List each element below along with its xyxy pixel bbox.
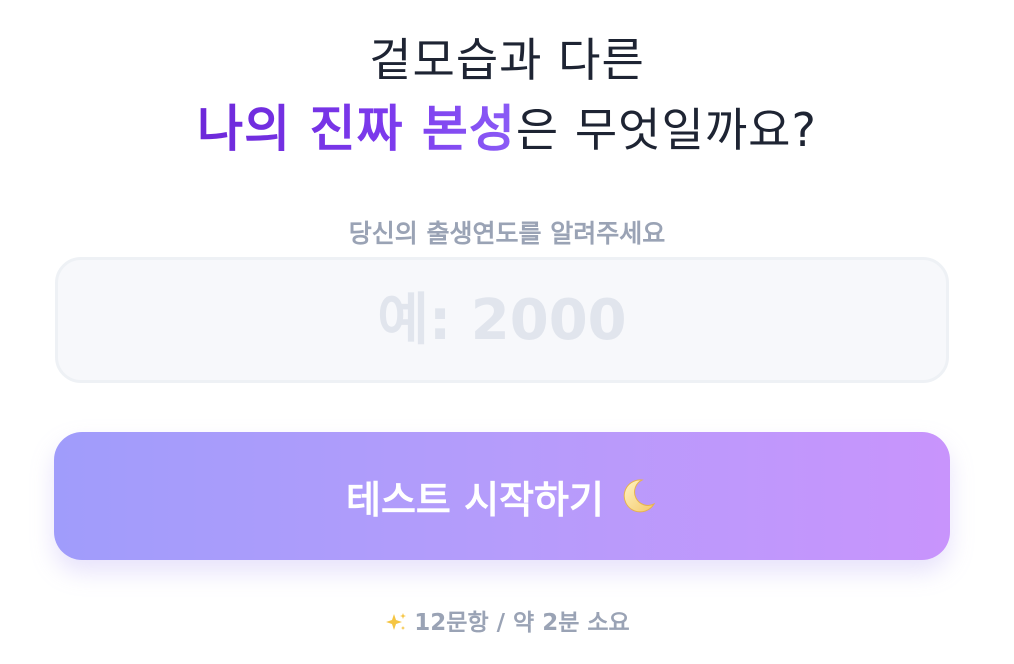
birth-year-label: 당신의 출생연도를 알려주세요 <box>348 219 666 248</box>
title-highlight: 나의 진짜 본성 <box>197 100 516 158</box>
test-intro-page: 겉모습과 다른 나의 진짜 본성은 무엇일까요? 당신의 출생연도를 알려주세요… <box>0 0 1014 664</box>
start-test-button[interactable]: 테스트 시작하기 <box>54 432 950 560</box>
test-info-text: 12문항 / 약 2분 소요 <box>414 610 630 636</box>
title-line-1: 겉모습과 다른 <box>369 33 645 87</box>
crescent-moon-icon <box>618 476 658 516</box>
birth-year-input[interactable] <box>55 257 949 383</box>
start-test-button-label: 테스트 시작하기 <box>346 477 604 522</box>
title-rest: 은 무엇일까요? <box>515 103 817 157</box>
test-info-note: 12문항 / 약 2분 소요 <box>0 606 1014 640</box>
sparkles-icon <box>384 611 408 635</box>
title-line-2: 나의 진짜 본성은 무엇일까요? <box>0 96 1014 163</box>
